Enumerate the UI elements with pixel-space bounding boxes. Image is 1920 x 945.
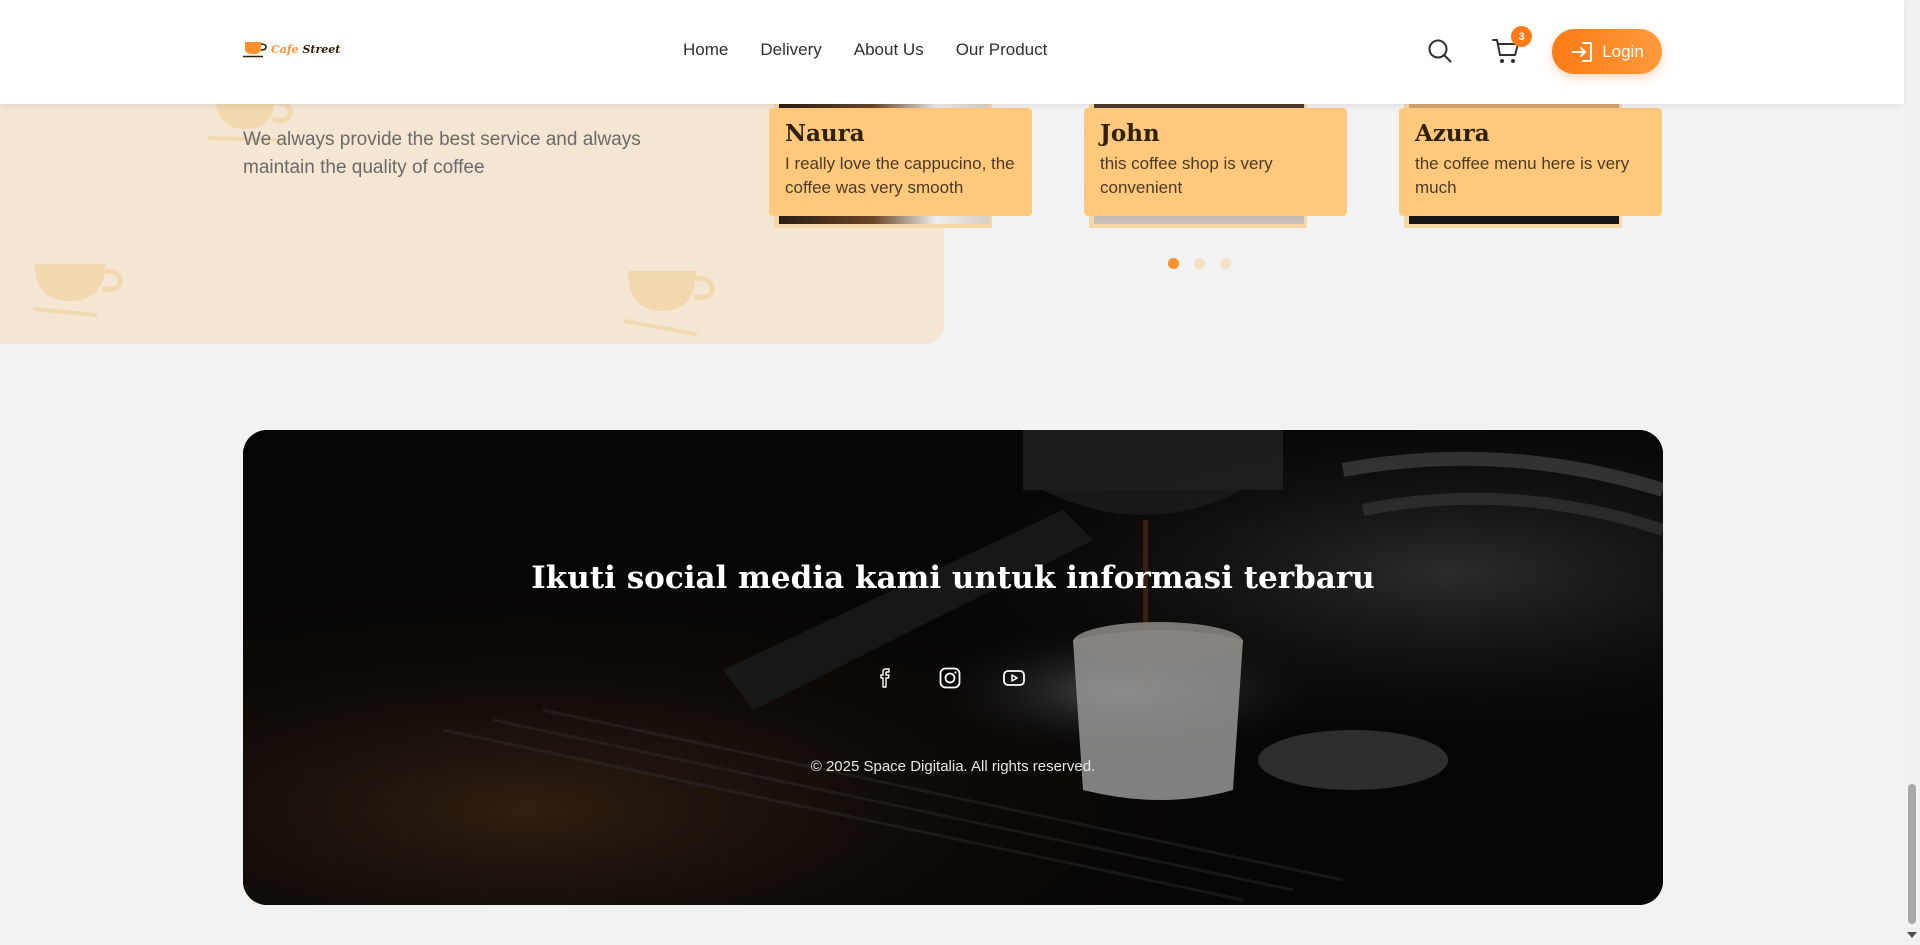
social-banner: Ikuti social media kami untuk informasi … bbox=[243, 430, 1663, 905]
login-label: Login bbox=[1602, 41, 1644, 61]
page-scrollbar[interactable] bbox=[1904, 0, 1920, 945]
review-text: the coffee menu here is very much bbox=[1415, 154, 1630, 197]
card-content: John this coffee shop is very convenient bbox=[1084, 108, 1347, 216]
scroll-down-arrow-icon[interactable] bbox=[1907, 932, 1917, 938]
review-text: this coffee shop is very convenient bbox=[1100, 154, 1273, 197]
carousel-dot-2[interactable] bbox=[1194, 258, 1205, 269]
logo-text: Cafe Street bbox=[271, 43, 340, 56]
testimonial-card: Azura the coffee menu here is very much bbox=[1399, 104, 1662, 228]
coffee-cup-decoration-icon bbox=[33, 264, 123, 317]
testimonial-subtitle: We always provide the best service and a… bbox=[243, 129, 641, 178]
review-text: I really love the cappucino, the coffee … bbox=[785, 154, 1015, 197]
coffee-cup-icon bbox=[243, 42, 267, 58]
login-button[interactable]: Login bbox=[1552, 29, 1662, 74]
search-icon[interactable] bbox=[1427, 38, 1453, 64]
carousel-dot-3[interactable] bbox=[1220, 258, 1231, 269]
cart-count-badge: 3 bbox=[1511, 26, 1532, 47]
site-header: Cafe Street Home Delivery About Us Our P… bbox=[0, 0, 1904, 104]
coffee-cup-decoration-icon bbox=[623, 271, 715, 336]
main-nav: Home Delivery About Us Our Product bbox=[683, 40, 1047, 60]
testimonial-card: John this coffee shop is very convenient bbox=[1084, 104, 1347, 228]
carousel-dots bbox=[1168, 258, 1231, 269]
logo[interactable]: Cafe Street bbox=[243, 40, 340, 58]
card-content: Naura I really love the cappucino, the c… bbox=[769, 108, 1032, 216]
nav-home[interactable]: Home bbox=[683, 40, 728, 60]
social-links bbox=[874, 666, 1026, 690]
logo-text-cafe: Cafe bbox=[271, 42, 299, 56]
copyright-text: © 2025 Space Digitalia. All rights reser… bbox=[810, 758, 1096, 775]
carousel-dot-1[interactable] bbox=[1168, 258, 1179, 269]
logo-text-street: Street bbox=[302, 42, 341, 56]
instagram-icon[interactable] bbox=[938, 666, 962, 690]
youtube-icon[interactable] bbox=[1002, 666, 1026, 690]
nav-our-product[interactable]: Our Product bbox=[956, 40, 1048, 60]
reviewer-name: Azura bbox=[1415, 120, 1490, 147]
reviewer-name: Naura bbox=[785, 120, 865, 147]
nav-about-us[interactable]: About Us bbox=[854, 40, 924, 60]
facebook-icon[interactable] bbox=[874, 666, 898, 690]
nav-delivery[interactable]: Delivery bbox=[760, 40, 821, 60]
card-content: Azura the coffee menu here is very much bbox=[1399, 108, 1662, 216]
testimonial-card: Naura I really love the cappucino, the c… bbox=[769, 104, 1032, 228]
reviewer-name: John bbox=[1100, 120, 1160, 147]
login-icon bbox=[1572, 41, 1593, 62]
scrollbar-thumb[interactable] bbox=[1908, 784, 1916, 924]
social-banner-title: Ikuti social media kami untuk informasi … bbox=[531, 560, 1375, 596]
